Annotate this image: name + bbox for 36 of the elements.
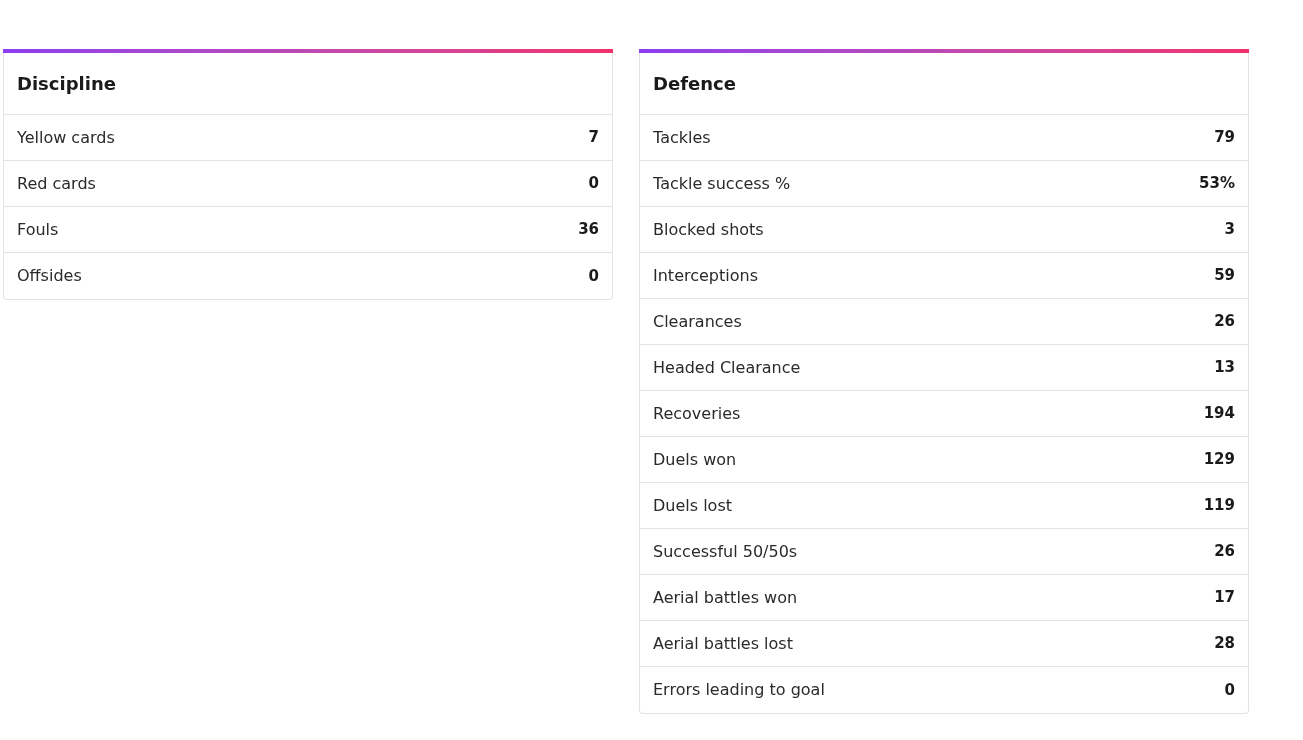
stat-value: 36 bbox=[578, 219, 599, 241]
stat-label: Offsides bbox=[17, 265, 82, 287]
stat-value: 28 bbox=[1214, 633, 1235, 655]
card-title: Defence bbox=[653, 72, 736, 96]
stat-value: 119 bbox=[1203, 495, 1235, 517]
stat-value: 0 bbox=[588, 265, 599, 287]
stat-value: 26 bbox=[1214, 311, 1235, 333]
stat-label: Blocked shots bbox=[653, 218, 764, 241]
stat-value: 0 bbox=[588, 173, 599, 195]
stat-label: Headed Clearance bbox=[653, 356, 801, 379]
stat-value: 26 bbox=[1214, 541, 1235, 563]
stat-value: 79 bbox=[1214, 127, 1235, 149]
stat-value: 194 bbox=[1203, 403, 1235, 425]
stat-label: Tackles bbox=[653, 126, 711, 149]
stat-label: Red cards bbox=[17, 172, 96, 195]
stat-label: Recoveries bbox=[653, 402, 741, 425]
stat-label: Aerial battles lost bbox=[653, 632, 793, 655]
stat-label: Yellow cards bbox=[17, 126, 115, 149]
stat-label: Interceptions bbox=[653, 264, 758, 287]
stat-label: Clearances bbox=[653, 310, 742, 333]
stat-label: Aerial battles won bbox=[653, 586, 798, 609]
stat-value: 0 bbox=[1224, 679, 1235, 701]
stat-value: 53% bbox=[1199, 173, 1235, 195]
stat-value: 3 bbox=[1224, 219, 1235, 241]
card-title: Discipline bbox=[17, 72, 116, 96]
stat-label: Successful 50/50s bbox=[653, 540, 798, 563]
stat-label: Tackle success % bbox=[653, 172, 791, 195]
stat-label: Fouls bbox=[17, 218, 59, 241]
stat-value: 13 bbox=[1214, 357, 1235, 379]
stat-label: Duels won bbox=[653, 448, 737, 471]
stat-value: 17 bbox=[1214, 587, 1235, 609]
stat-value: 59 bbox=[1214, 265, 1235, 287]
stat-value: 129 bbox=[1203, 449, 1235, 471]
stat-label: Duels lost bbox=[653, 494, 732, 517]
stat-value: 7 bbox=[588, 127, 599, 149]
stat-label: Errors leading to goal bbox=[653, 679, 825, 701]
